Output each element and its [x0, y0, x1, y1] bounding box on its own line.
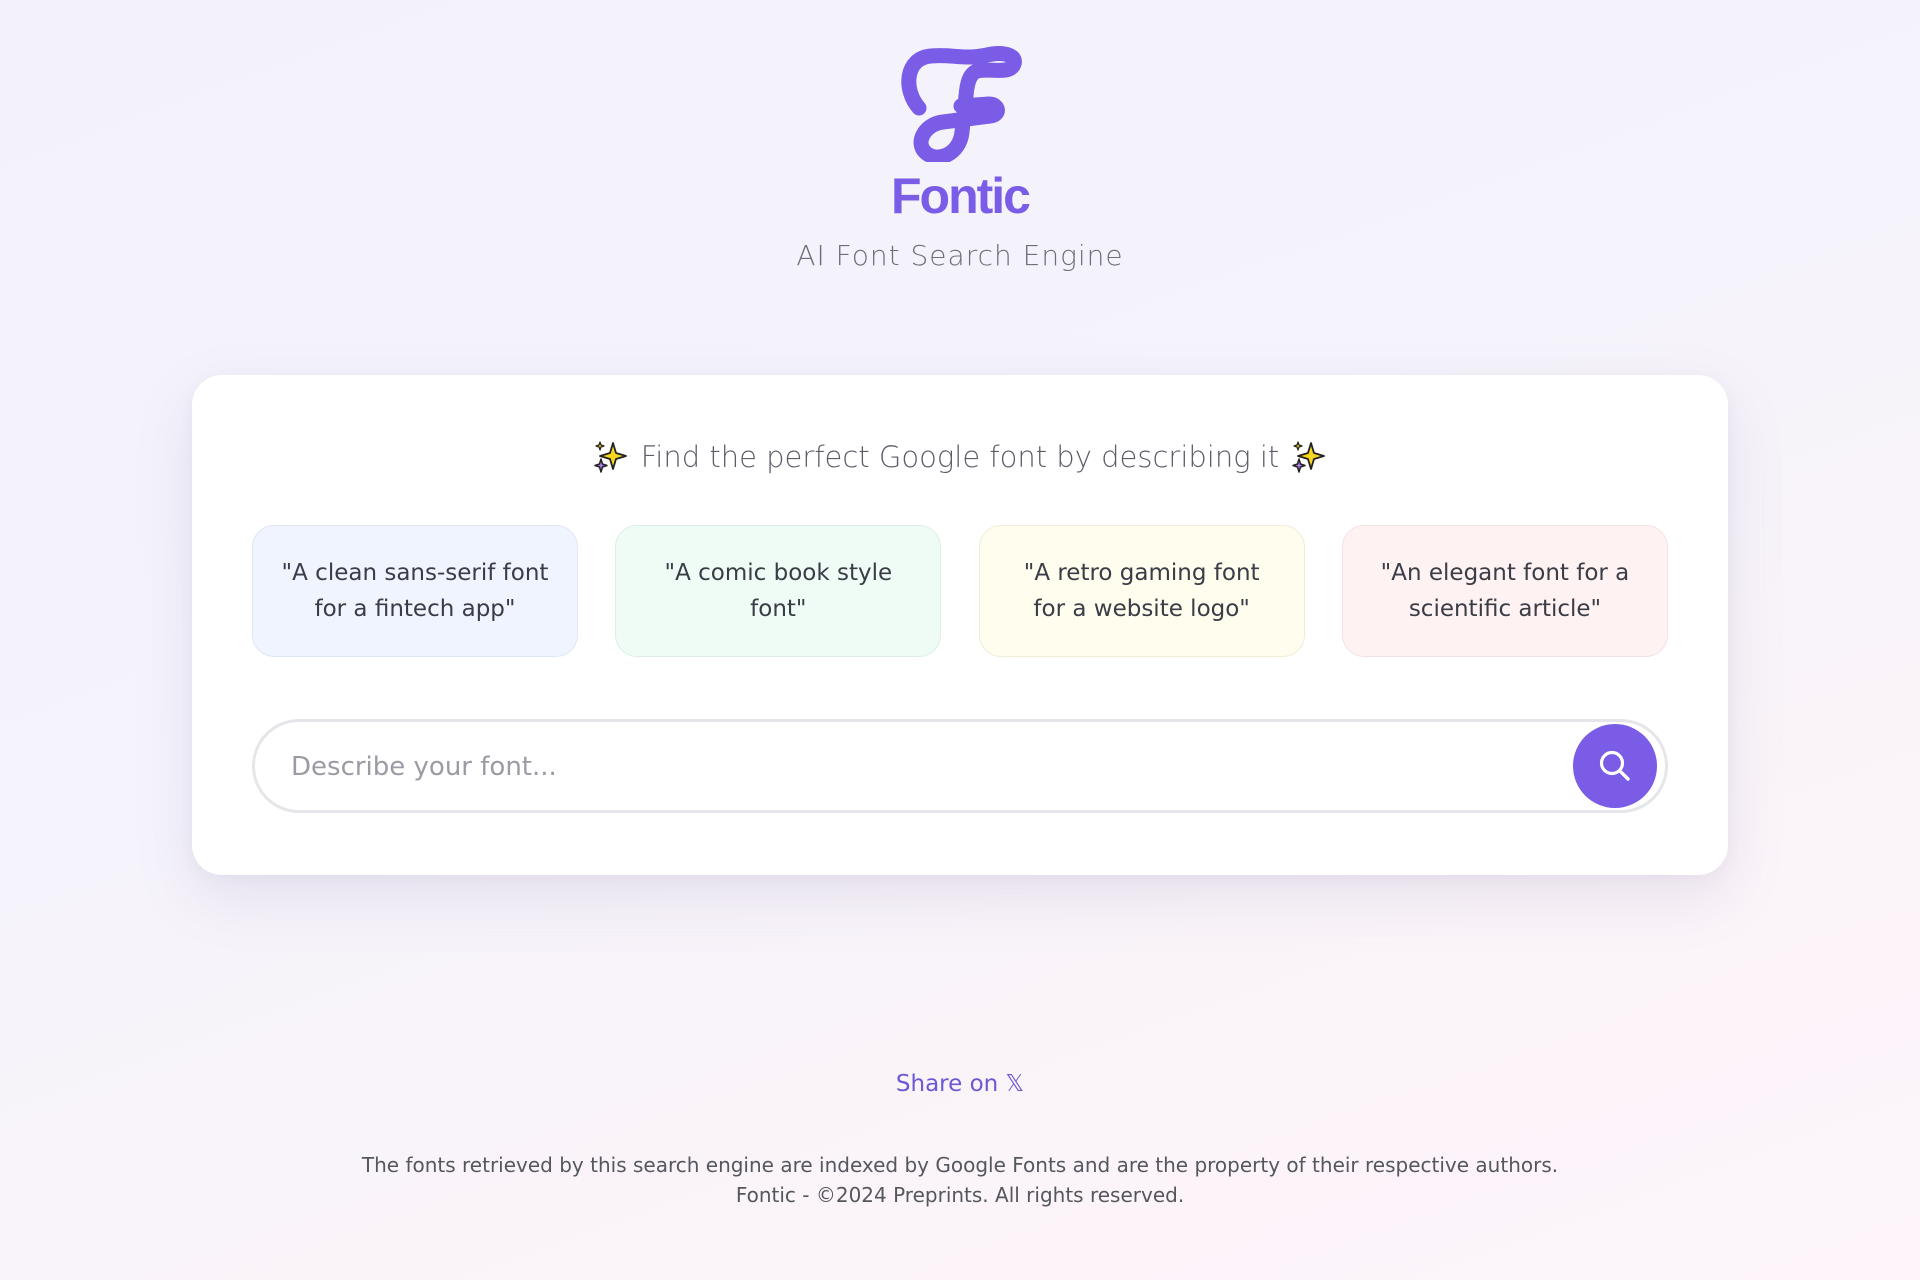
- example-prompt-fintech[interactable]: "A clean sans-serif font for a fintech a…: [252, 525, 578, 657]
- example-prompt-text: "A retro gaming font for a website logo": [1023, 560, 1260, 622]
- header: Fontic AI Font Search Engine: [0, 44, 1920, 274]
- sparkles-icon: [593, 441, 627, 473]
- search-bar: [252, 719, 1668, 813]
- example-prompt-text: "An elegant font for a scientific articl…: [1380, 560, 1630, 622]
- footer-disclaimer: The fonts retrieved by this search engin…: [361, 1153, 1559, 1177]
- search-button[interactable]: [1573, 724, 1657, 808]
- search-card: Find the perfect Google font by describi…: [192, 375, 1728, 875]
- card-heading: Find the perfect Google font by describi…: [192, 437, 1728, 477]
- share-on-x-link[interactable]: Share on 𝕏: [896, 1071, 1024, 1097]
- card-heading-text: Find the perfect Google font by describi…: [640, 440, 1280, 474]
- footer: The fonts retrieved by this search engin…: [0, 1150, 1920, 1210]
- example-prompt-retro-gaming[interactable]: "A retro gaming font for a website logo": [978, 525, 1305, 657]
- sparkles-icon: [1292, 441, 1326, 473]
- tagline: AI Font Search Engine: [796, 239, 1124, 272]
- fontic-logo-icon: [901, 46, 1022, 162]
- example-prompt-comic[interactable]: "A comic book style font": [615, 525, 942, 657]
- search-input[interactable]: [289, 722, 1523, 812]
- example-prompt-text: "A clean sans-serif font for a fintech a…: [281, 560, 549, 622]
- search-icon: [1599, 750, 1630, 781]
- share-section: Share on 𝕏: [0, 1068, 1920, 1100]
- brand-name: Fontic: [891, 168, 1031, 224]
- example-prompt-elegant[interactable]: "An elegant font for a scientific articl…: [1341, 525, 1668, 657]
- example-prompts: "A clean sans-serif font for a fintech a…: [252, 525, 1668, 657]
- example-prompt-text: "A comic book style font": [664, 560, 893, 622]
- footer-copyright: Fontic - ©2024 Preprints. All rights res…: [735, 1183, 1185, 1207]
